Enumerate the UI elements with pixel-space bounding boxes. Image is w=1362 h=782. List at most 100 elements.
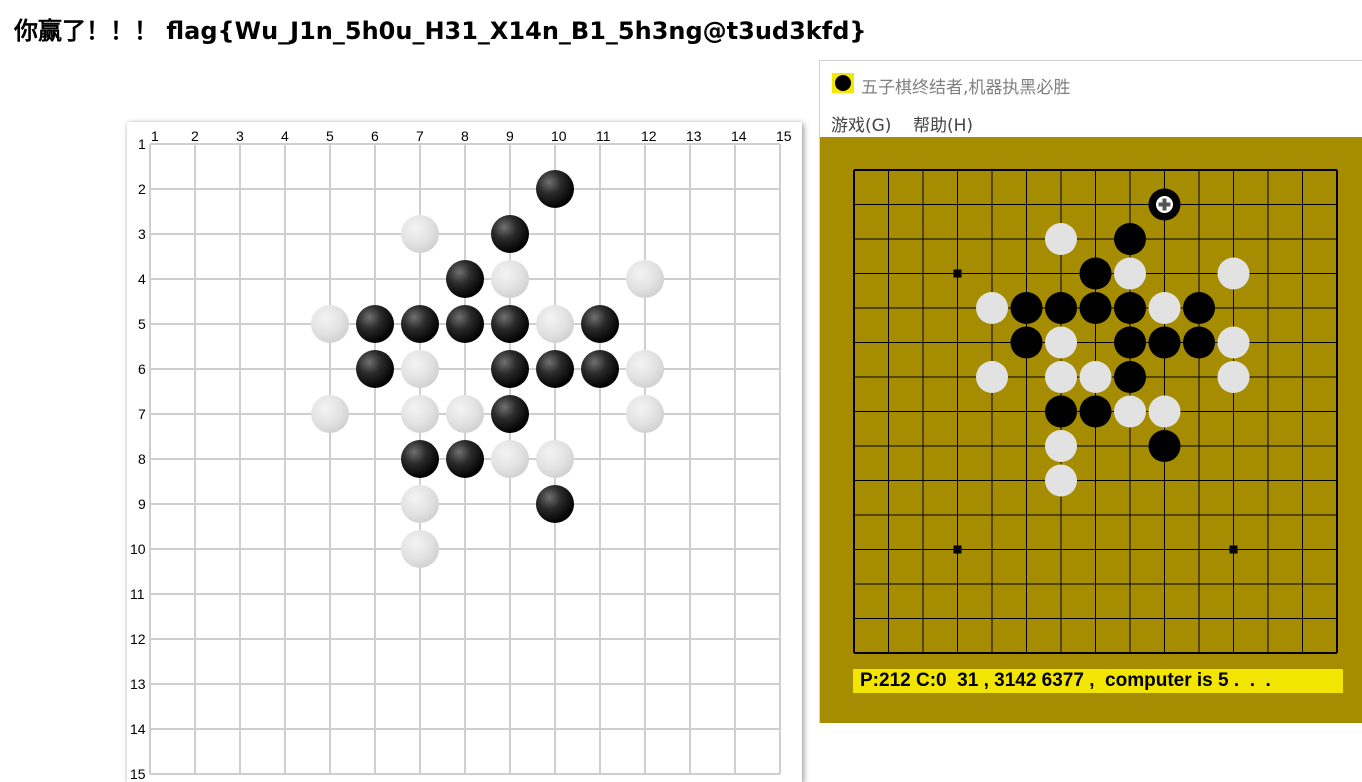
menu-bar: 游戏(G) 帮助(H) <box>820 105 1362 137</box>
row-label: 4 <box>138 271 146 287</box>
row-label: 10 <box>130 541 146 557</box>
black-stone <box>491 215 529 253</box>
black-stone <box>1010 292 1043 324</box>
status-text: P:212 C:0 31 , 3142 6377 , computer is 5… <box>860 670 1271 691</box>
white-stone <box>626 350 664 388</box>
star-point <box>1229 545 1238 554</box>
black-stone <box>1114 326 1146 359</box>
white-stone <box>626 260 664 298</box>
web-gomoku-board[interactable]: 1 2 3 4 5 6 7 8 9 10 11 12 13 14 15 1 2 3 4 5 6 7 8 9 10 11 12 13 14… <box>127 122 802 782</box>
black-stone <box>1114 361 1146 393</box>
black-stone <box>401 305 439 343</box>
column-label: 13 <box>686 128 702 144</box>
white-stone <box>311 305 349 343</box>
column-label: 12 <box>641 128 657 144</box>
row-label: 2 <box>138 181 146 197</box>
white-stone <box>1045 223 1077 255</box>
white-stone <box>401 485 439 523</box>
column-label: 11 <box>596 128 611 144</box>
app-board-canvas[interactable] <box>820 137 1362 723</box>
status-bar: P:212 C:0 31 , 3142 6377 , computer is 5… <box>853 669 1343 693</box>
black-stone <box>581 305 619 343</box>
black-stone <box>356 350 394 388</box>
white-stone <box>401 530 439 568</box>
column-label: 5 <box>326 128 334 144</box>
column-label: 8 <box>461 128 469 144</box>
column-label: 10 <box>551 128 567 144</box>
row-label: 11 <box>130 586 145 602</box>
white-stone <box>1148 292 1181 324</box>
gomoku-terminator-window[interactable]: 五子棋终结者,机器执黑必胜 游戏(G) 帮助(H) P:212 C:0 31 ,… <box>819 60 1362 723</box>
white-stone <box>976 292 1008 324</box>
white-stone <box>1217 257 1250 290</box>
column-label: 9 <box>506 128 514 144</box>
black-stone <box>446 440 484 478</box>
game-client-area[interactable]: P:212 C:0 31 , 3142 6377 , computer is 5… <box>820 137 1362 723</box>
black-stone <box>1079 257 1112 290</box>
menu-game[interactable]: 游戏(G) <box>831 111 891 136</box>
row-label: 14 <box>130 721 146 737</box>
black-stone <box>491 305 529 343</box>
row-label: 3 <box>138 226 146 242</box>
white-stone <box>1045 430 1077 462</box>
white-stone <box>536 440 574 478</box>
black-stone <box>356 305 394 343</box>
row-label: 1 <box>138 136 146 152</box>
menu-help[interactable]: 帮助(H) <box>913 111 973 136</box>
win-flag-message: 你赢了！！！ flag{Wu_J1n_5h0u_H31_X14n_B1_5h3n… <box>14 17 867 45</box>
row-label: 12 <box>130 631 146 647</box>
row-label: 13 <box>130 676 146 692</box>
white-stone <box>1045 326 1077 359</box>
column-label: 15 <box>776 128 792 144</box>
black-stone <box>1183 326 1215 359</box>
black-stone <box>1114 223 1146 255</box>
black-stone <box>1045 395 1077 428</box>
black-stone <box>1148 430 1181 462</box>
white-stone <box>446 395 484 433</box>
window-title: 五子棋终结者,机器执黑必胜 <box>861 78 1071 98</box>
white-stone <box>976 361 1008 393</box>
row-label: 15 <box>130 766 146 782</box>
row-label: 9 <box>138 496 146 512</box>
star-point <box>953 545 962 554</box>
white-stone <box>1217 361 1250 393</box>
row-label: 8 <box>138 451 146 467</box>
black-stone <box>491 395 529 433</box>
black-stone <box>1114 292 1146 324</box>
white-stone <box>1079 361 1112 393</box>
black-stone-icon <box>832 73 854 93</box>
column-label: 4 <box>281 128 289 144</box>
column-label: 6 <box>371 128 379 144</box>
column-label: 3 <box>236 128 244 144</box>
title-bar[interactable]: 五子棋终结者,机器执黑必胜 <box>820 61 1362 105</box>
white-stone <box>1045 361 1077 393</box>
white-stone <box>311 395 349 433</box>
white-stone <box>401 215 439 253</box>
white-stone <box>1045 464 1077 497</box>
web-board-canvas[interactable]: 1 2 3 4 5 6 7 8 9 10 11 12 13 14 151234567891011121314… <box>127 122 802 782</box>
column-label: 2 <box>191 128 199 144</box>
black-stone <box>1148 326 1181 359</box>
star-point <box>953 269 962 278</box>
black-stone <box>536 350 574 388</box>
white-stone <box>1114 395 1146 428</box>
white-stone <box>1148 395 1181 428</box>
black-stone <box>401 440 439 478</box>
white-stone <box>401 350 439 388</box>
white-stone <box>401 395 439 433</box>
column-label: 7 <box>416 128 424 144</box>
white-stone <box>536 305 574 343</box>
row-label: 6 <box>138 361 146 377</box>
black-stone <box>1045 292 1077 324</box>
white-stone <box>1217 326 1250 359</box>
white-stone <box>626 395 664 433</box>
row-label: 7 <box>138 406 146 422</box>
white-stone <box>491 440 529 478</box>
white-stone <box>491 260 529 298</box>
black-stone <box>491 350 529 388</box>
black-stone <box>1079 292 1112 324</box>
column-label: 1 <box>151 128 159 144</box>
column-label: 14 <box>731 128 747 144</box>
black-stone <box>1010 326 1043 359</box>
black-stone <box>446 305 484 343</box>
